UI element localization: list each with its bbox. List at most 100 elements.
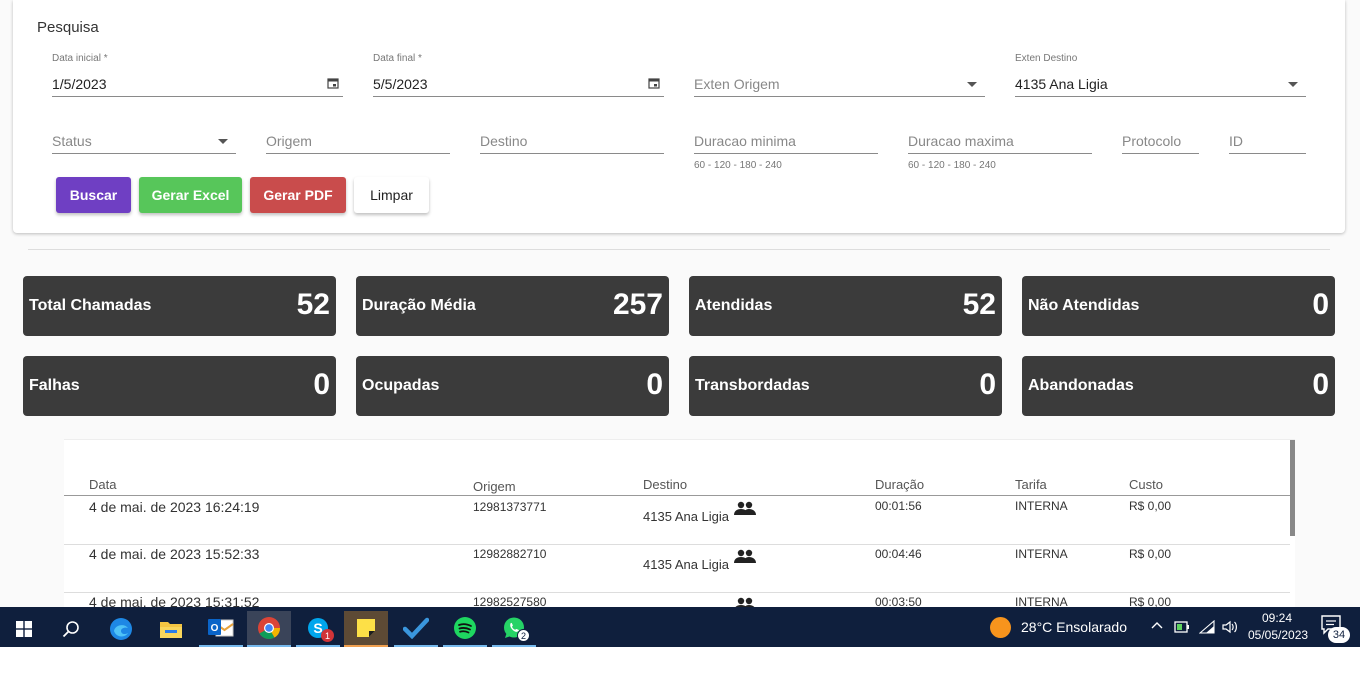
app-viewport: Pesquisa Data inicial * 1/5/2023 Data fi…: [0, 0, 1360, 607]
gerar-pdf-button[interactable]: Gerar PDF: [250, 177, 346, 213]
search-title: Pesquisa: [37, 19, 99, 36]
chevron-down-icon: [218, 139, 228, 144]
group-icon[interactable]: [734, 501, 756, 515]
buscar-button[interactable]: Buscar: [56, 177, 131, 213]
stat-card-duracao-media: Duração Média 257: [356, 276, 669, 336]
taskbar-search-button[interactable]: [49, 611, 93, 647]
chevron-down-icon: [967, 82, 977, 87]
exten-destino-select[interactable]: Exten Destino 4135 Ana Ligia: [1015, 53, 1306, 97]
cell-duracao: 00:03:50: [875, 595, 922, 607]
stat-card-ocupadas: Ocupadas 0: [356, 356, 669, 416]
start-button[interactable]: [2, 611, 46, 647]
data-final-field[interactable]: Data final * 5/5/2023: [373, 53, 664, 97]
exten-destino-value: 4135 Ana Ligia: [1015, 76, 1108, 92]
edge-icon: [110, 618, 132, 640]
volume-icon[interactable]: [1221, 619, 1239, 635]
limpar-button[interactable]: Limpar: [354, 177, 429, 213]
origem-input[interactable]: Origem: [266, 130, 450, 154]
stat-label: Falhas: [29, 377, 80, 394]
taskbar-skype[interactable]: S 1: [296, 611, 340, 647]
id-input[interactable]: ID: [1229, 130, 1306, 154]
skype-badge: 1: [321, 629, 334, 642]
clock-date[interactable]: 05/05/2023: [1248, 628, 1308, 642]
stat-value: 0: [979, 368, 996, 401]
cell-origem: 12982527580: [473, 595, 547, 607]
stat-value: 52: [296, 288, 330, 321]
stat-card-total-chamadas: Total Chamadas 52: [23, 276, 336, 336]
exten-destino-label: Exten Destino: [1015, 53, 1078, 64]
destino-placeholder: Destino: [480, 133, 528, 149]
stat-value: 257: [612, 288, 663, 321]
taskbar-file-explorer[interactable]: [149, 611, 193, 647]
sun-weather-icon[interactable]: [990, 617, 1011, 638]
chevron-up-icon[interactable]: [1151, 621, 1163, 629]
status-placeholder: Status: [52, 133, 92, 149]
duracao-minima-hint: 60 - 120 - 180 - 240: [694, 160, 782, 171]
cell-data: 4 de mai. de 2023 16:24:19: [89, 499, 260, 515]
protocolo-placeholder: Protocolo: [1122, 133, 1182, 149]
data-inicial-field[interactable]: Data inicial * 1/5/2023: [52, 53, 343, 97]
taskbar-edge[interactable]: [99, 611, 143, 647]
search-icon: [62, 621, 79, 638]
cell-custo: R$ 0,00: [1129, 499, 1172, 513]
table-scrollbar[interactable]: [1290, 440, 1295, 536]
stat-label: Atendidas: [695, 297, 773, 314]
duracao-maxima-hint: 60 - 120 - 180 - 240: [908, 160, 996, 171]
cell-tarifa: INTERNA: [1015, 595, 1068, 607]
stat-card-nao-atendidas: Não Atendidas 0: [1022, 276, 1335, 336]
clock-time[interactable]: 09:24: [1262, 611, 1292, 625]
notification-center-button[interactable]: 34: [1321, 615, 1351, 643]
gerar-excel-button[interactable]: Gerar Excel: [139, 177, 242, 213]
exten-origem-placeholder: Exten Origem: [694, 76, 780, 92]
cell-origem: 12981373771: [473, 500, 547, 514]
stat-value: 0: [646, 368, 663, 401]
calendar-icon[interactable]: [327, 77, 339, 89]
taskbar-whatsapp[interactable]: 2: [492, 611, 536, 647]
stat-label: Abandonadas: [1028, 377, 1134, 394]
group-icon[interactable]: [734, 549, 756, 563]
stat-card-falhas: Falhas 0: [23, 356, 336, 416]
wifi-icon[interactable]: [1199, 620, 1215, 634]
stat-label: Transbordadas: [695, 377, 810, 394]
group-icon[interactable]: [734, 597, 756, 607]
column-header-destino[interactable]: Destino: [643, 477, 687, 492]
row-divider: [64, 544, 1290, 545]
notification-count: 34: [1328, 627, 1350, 643]
exten-origem-select[interactable]: Exten Origem: [694, 73, 985, 97]
windows-taskbar: O S 1 2 28°C Ensolarado 09:24 05/05/2023…: [0, 607, 1360, 647]
cell-custo: R$ 0,00: [1129, 595, 1172, 607]
cell-duracao: 00:01:56: [875, 499, 922, 513]
column-header-origem[interactable]: Origem: [473, 479, 516, 494]
destino-input[interactable]: Destino: [480, 130, 664, 154]
protocolo-input[interactable]: Protocolo: [1122, 130, 1199, 154]
data-final-value: 5/5/2023: [373, 76, 428, 92]
outlook-icon: O: [208, 619, 234, 637]
duracao-minima-input[interactable]: Duracao minima 60 - 120 - 180 - 240: [694, 130, 878, 171]
status-select[interactable]: Status: [52, 130, 236, 154]
cell-destino: 4135 Ana Ligia: [643, 509, 730, 524]
battery-icon[interactable]: [1174, 620, 1190, 634]
column-header-custo[interactable]: Custo: [1129, 477, 1163, 492]
column-header-duracao[interactable]: Duração: [875, 477, 924, 492]
row-divider: [64, 592, 1290, 593]
taskbar-sticky-notes[interactable]: [344, 611, 388, 647]
taskbar-chrome[interactable]: [247, 611, 291, 647]
taskbar-todo[interactable]: [394, 611, 438, 647]
cell-data: 4 de mai. de 2023 15:31:52: [89, 594, 260, 607]
stat-value: 0: [1312, 368, 1329, 401]
data-final-label: Data final *: [373, 53, 422, 64]
duracao-maxima-placeholder: Duracao maxima: [908, 133, 1014, 149]
column-header-data[interactable]: Data: [89, 477, 116, 492]
taskbar-spotify[interactable]: [443, 611, 487, 647]
duracao-maxima-input[interactable]: Duracao maxima 60 - 120 - 180 - 240: [908, 130, 1092, 171]
cell-tarifa: INTERNA: [1015, 499, 1068, 513]
cell-tarifa: INTERNA: [1015, 547, 1068, 561]
cell-origem: 12982882710: [473, 547, 547, 561]
weather-text[interactable]: 28°C Ensolarado: [1021, 619, 1127, 635]
calendar-icon[interactable]: [648, 77, 660, 89]
stat-value: 0: [313, 368, 330, 401]
data-inicial-value: 1/5/2023: [52, 76, 107, 92]
taskbar-outlook[interactable]: O: [199, 611, 243, 647]
stat-card-atendidas: Atendidas 52: [689, 276, 1002, 336]
column-header-tarifa[interactable]: Tarifa: [1015, 477, 1047, 492]
